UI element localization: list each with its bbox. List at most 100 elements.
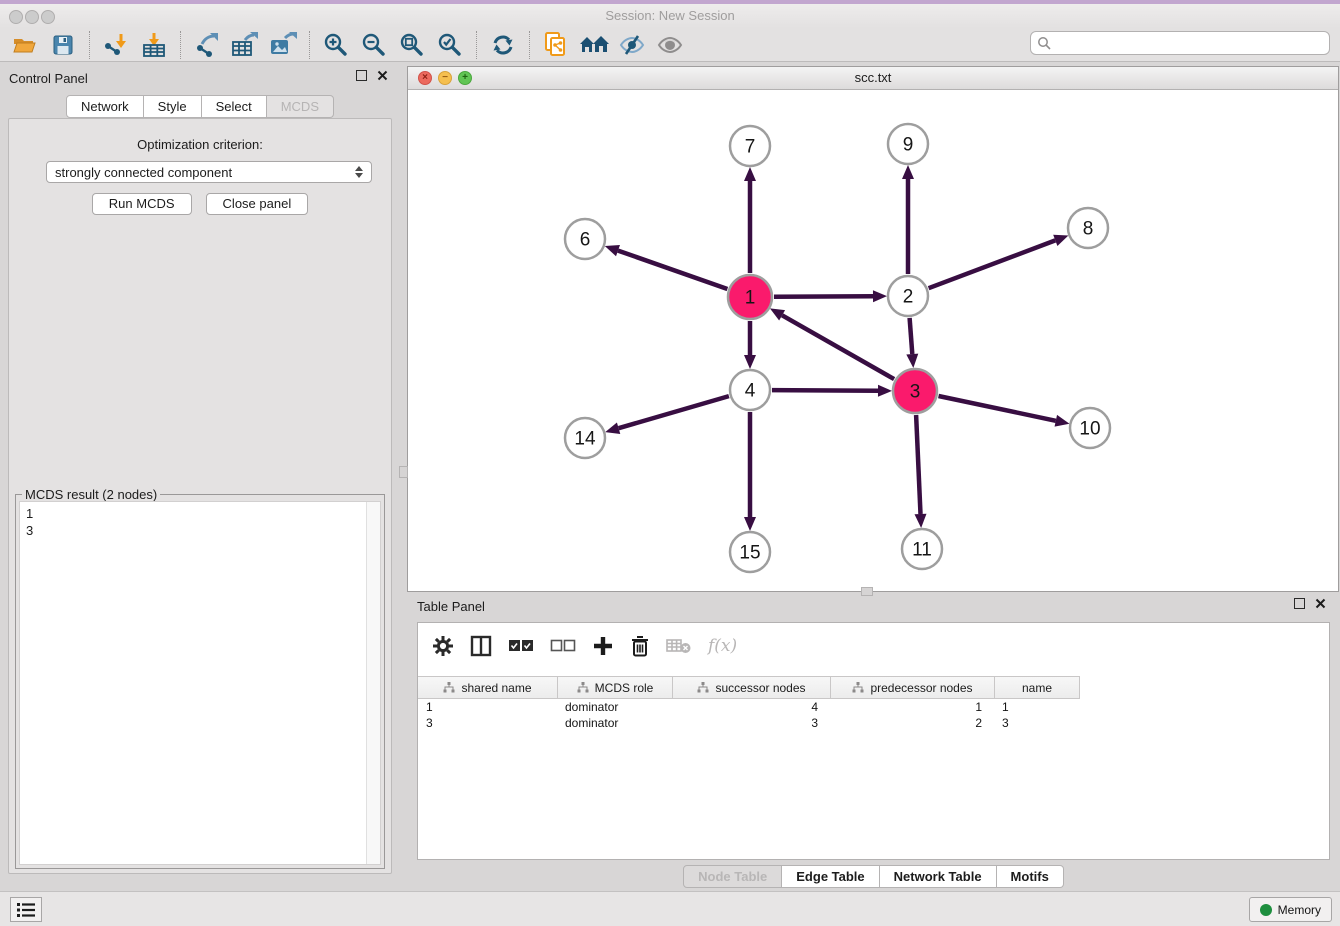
run-mcds-button[interactable]: Run MCDS [92, 193, 192, 215]
column-header-successor-nodes[interactable]: successor nodes [672, 677, 830, 698]
hide-eye-icon[interactable] [613, 30, 651, 60]
tab-edge-table[interactable]: Edge Table [782, 865, 879, 888]
close-panel-icon[interactable] [377, 70, 388, 81]
column-header-predecessor-nodes[interactable]: predecessor nodes [830, 677, 994, 698]
list-icon [17, 903, 35, 917]
refresh-icon[interactable] [484, 30, 522, 60]
zoom-in-icon[interactable] [317, 30, 355, 60]
node-label-15: 15 [739, 543, 760, 564]
node-label-4: 4 [745, 381, 756, 402]
edge-4-to-14[interactable] [619, 396, 729, 428]
node-label-8: 8 [1083, 219, 1094, 240]
search-input[interactable] [1055, 33, 1329, 53]
hierarchy-icon [443, 682, 455, 693]
optimization-criterion-label: Optimization criterion: [9, 137, 391, 152]
edge-3-to-1[interactable] [782, 315, 894, 379]
column-header-mcds-role[interactable]: MCDS role [557, 677, 672, 698]
node-label-7: 7 [745, 137, 756, 158]
create-column-plus-icon[interactable] [592, 635, 614, 657]
tab-style[interactable]: Style [144, 95, 202, 118]
close-panel-icon[interactable] [1315, 598, 1326, 609]
export-image-icon[interactable] [264, 30, 302, 60]
show-columns-icon[interactable] [470, 635, 492, 657]
edge-1-to-6[interactable] [618, 251, 727, 289]
toolbar-separator [89, 31, 90, 59]
show-eye-icon[interactable] [651, 30, 689, 60]
export-network-icon[interactable] [188, 30, 226, 60]
copy-network-icon[interactable] [537, 30, 575, 60]
toolbar-separator [476, 31, 477, 59]
criterion-dropdown[interactable]: strongly connected component [46, 161, 372, 183]
zoom-selected-icon[interactable] [431, 30, 469, 60]
cell[interactable]: 2 [830, 715, 994, 731]
result-scrollbar[interactable] [366, 502, 380, 864]
column-label: name [1022, 681, 1052, 695]
mcds-panel: Optimization criterion: strongly connect… [8, 118, 392, 874]
float-panel-icon[interactable] [1294, 598, 1305, 609]
cell[interactable]: 3 [418, 715, 557, 731]
cell[interactable]: 1 [418, 699, 557, 715]
mcds-result-text: 13 [20, 502, 366, 864]
criterion-value: strongly connected component [55, 165, 232, 180]
edge-1-to-2[interactable] [774, 296, 873, 297]
node-label-11: 11 [912, 540, 932, 561]
home-icon[interactable] [575, 30, 613, 60]
app-titlebar: Session: New Session [0, 4, 1340, 28]
search-icon [1037, 36, 1051, 50]
cell[interactable]: 4 [672, 699, 830, 715]
edge-2-to-3[interactable] [910, 318, 913, 354]
toolbar-separator [309, 31, 310, 59]
result-line: 1 [26, 505, 366, 522]
cell[interactable]: 1 [830, 699, 994, 715]
tab-select[interactable]: Select [202, 95, 267, 118]
delete-column-trash-icon[interactable] [630, 635, 650, 657]
cell[interactable]: dominator [557, 699, 672, 715]
table-toolbar: f(x) [432, 631, 737, 661]
memory-button[interactable]: Memory [1249, 897, 1332, 922]
node-table-container: f(x) shared nameMCDS rolesuccessor nodes… [417, 622, 1330, 860]
export-table-icon[interactable] [226, 30, 264, 60]
edge-2-to-8[interactable] [929, 240, 1056, 288]
network-window-title: scc.txt [408, 67, 1338, 89]
edge-3-to-10[interactable] [939, 396, 1056, 421]
search-field[interactable] [1030, 31, 1330, 55]
import-network-icon[interactable] [97, 30, 135, 60]
column-header-shared-name[interactable]: shared name [418, 677, 557, 698]
window-title: Session: New Session [0, 4, 1340, 28]
close-panel-button[interactable]: Close panel [206, 193, 309, 215]
edge-4-to-3[interactable] [772, 390, 878, 391]
table-settings-gear-icon[interactable] [432, 635, 454, 657]
tab-node-table[interactable]: Node Table [683, 865, 782, 888]
select-all-columns-icon[interactable] [508, 638, 534, 654]
delete-table-icon-disabled [666, 637, 692, 655]
save-icon[interactable] [44, 30, 82, 60]
mcds-result-area[interactable]: 13 [19, 501, 381, 865]
cell[interactable]: 3 [994, 715, 1079, 731]
tab-network-table[interactable]: Network Table [880, 865, 997, 888]
zoom-fit-icon[interactable] [393, 30, 431, 60]
tab-network[interactable]: Network [66, 95, 144, 118]
open-file-icon[interactable] [6, 30, 44, 60]
zoom-out-icon[interactable] [355, 30, 393, 60]
network-window-titlebar[interactable]: × − + scc.txt [408, 67, 1338, 90]
table-row[interactable]: 1dominator411 [418, 699, 1329, 715]
unselect-all-columns-icon[interactable] [550, 638, 576, 654]
cell[interactable]: 3 [672, 715, 830, 731]
edge-3-to-11[interactable] [916, 415, 920, 514]
task-history-button[interactable] [10, 897, 42, 922]
column-header-name[interactable]: name [994, 677, 1079, 698]
splitter-handle[interactable] [861, 587, 873, 596]
cell[interactable]: dominator [557, 715, 672, 731]
table-row[interactable]: 3dominator323 [418, 715, 1329, 731]
function-builder-icon: f(x) [708, 636, 737, 656]
graph-svg[interactable]: 7968124314101511 [408, 89, 1338, 591]
tab-mcds[interactable]: MCDS [267, 95, 334, 118]
import-table-icon[interactable] [135, 30, 173, 60]
tab-motifs[interactable]: Motifs [997, 865, 1064, 888]
main-toolbar [0, 28, 1340, 62]
float-panel-icon[interactable] [356, 70, 367, 81]
node-label-3: 3 [910, 382, 921, 403]
splitter-handle[interactable] [399, 466, 408, 478]
control-panel-tabs: NetworkStyleSelectMCDS [0, 95, 400, 118]
cell[interactable]: 1 [994, 699, 1079, 715]
